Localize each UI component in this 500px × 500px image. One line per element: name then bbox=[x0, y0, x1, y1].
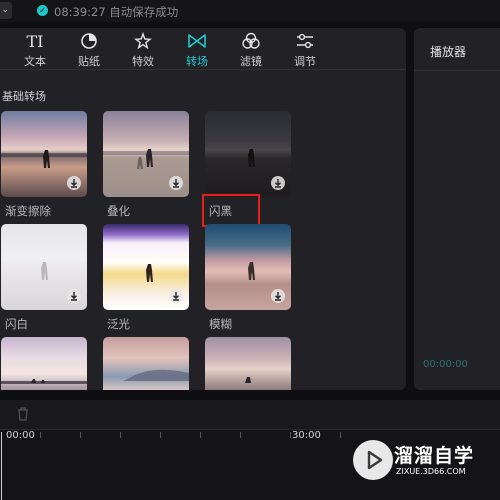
category-tabs: TI 文本 贴纸 特效 转场 滤镜 调节 bbox=[0, 28, 406, 70]
tab-text[interactable]: TI 文本 bbox=[12, 32, 58, 70]
thumb-silhouette bbox=[1, 379, 87, 384]
effects-icon bbox=[120, 31, 166, 52]
transition-thumb-bloom[interactable] bbox=[103, 224, 189, 310]
transition-thumb-flash-white[interactable] bbox=[1, 224, 87, 310]
transition-thumb-flash-black[interactable] bbox=[205, 111, 291, 197]
ruler-tick bbox=[290, 432, 291, 438]
tab-sticker[interactable]: 贴纸 bbox=[66, 32, 112, 70]
transition-thumb[interactable] bbox=[1, 337, 87, 390]
transition-thumb-dissolve[interactable] bbox=[103, 111, 189, 197]
ruler-tick bbox=[40, 432, 41, 438]
section-title: 基础转场 bbox=[2, 90, 46, 103]
tab-adjust[interactable]: 调节 bbox=[282, 32, 328, 70]
ruler-tick bbox=[200, 432, 201, 438]
ruler-label: 00:00 bbox=[6, 430, 35, 441]
download-icon[interactable] bbox=[271, 176, 285, 190]
tab-label: 文本 bbox=[24, 55, 46, 68]
transition-thumb-gradient-wipe[interactable] bbox=[1, 111, 87, 197]
transition-label: 闪白 bbox=[5, 317, 28, 331]
transition-label: 泛光 bbox=[107, 317, 130, 331]
transition-icon bbox=[174, 32, 220, 52]
tab-filter[interactable]: 滤镜 bbox=[228, 32, 274, 70]
player-timecode: 00:00:00 bbox=[423, 359, 468, 370]
filter-icon bbox=[228, 32, 274, 52]
watermark-url: ZIXUE.3D66.COM bbox=[396, 467, 466, 476]
watermark-logo-icon bbox=[353, 440, 393, 480]
top-status-bar: ⌄ ✓ 08:39:27 自动保存成功 bbox=[0, 0, 500, 22]
tab-label: 特效 bbox=[132, 55, 154, 68]
ruler-tick bbox=[160, 432, 161, 438]
ruler-tick bbox=[80, 432, 81, 438]
sticker-icon bbox=[66, 32, 112, 52]
download-icon[interactable] bbox=[169, 176, 183, 190]
adjust-icon bbox=[282, 32, 328, 52]
download-icon[interactable] bbox=[271, 289, 285, 303]
tab-label: 调节 bbox=[294, 55, 316, 68]
autosave-status: 08:39:27 自动保存成功 bbox=[54, 5, 179, 19]
download-icon[interactable] bbox=[169, 289, 183, 303]
text-icon: TI bbox=[26, 32, 44, 51]
timeline-toolbar bbox=[0, 400, 500, 430]
transition-thumb-blur[interactable] bbox=[205, 224, 291, 310]
watermark-name: 溜溜自学 bbox=[394, 445, 475, 467]
player-divider bbox=[414, 70, 500, 71]
tab-label: 滤镜 bbox=[240, 55, 262, 68]
transition-label: 叠化 bbox=[107, 204, 130, 218]
tab-effects[interactable]: 特效 bbox=[120, 31, 166, 70]
transition-thumb[interactable] bbox=[103, 337, 189, 390]
watermark: 溜溜自学 ZIXUE.3D66.COM bbox=[350, 432, 500, 487]
player-panel: 播放器 00:00:00 bbox=[414, 28, 500, 390]
ruler-tick bbox=[340, 432, 341, 438]
tab-transition[interactable]: 转场 bbox=[174, 32, 220, 70]
tab-label: 转场 bbox=[186, 55, 208, 68]
transition-label: 模糊 bbox=[209, 317, 232, 331]
trash-icon[interactable] bbox=[16, 406, 30, 425]
menu-dropdown-icon[interactable]: ⌄ bbox=[0, 2, 12, 19]
ruler-tick bbox=[240, 432, 241, 438]
download-icon[interactable] bbox=[67, 289, 81, 303]
transition-thumb[interactable] bbox=[205, 337, 291, 390]
ruler-label: 30:00 bbox=[292, 430, 321, 441]
tab-label: 贴纸 bbox=[78, 55, 100, 68]
player-title: 播放器 bbox=[430, 45, 467, 59]
download-icon[interactable] bbox=[67, 176, 81, 190]
transition-label: 渐变擦除 bbox=[5, 204, 51, 218]
thumb-silhouette bbox=[245, 377, 251, 383]
save-ok-icon: ✓ bbox=[37, 5, 48, 16]
thumb-silhouette bbox=[123, 369, 189, 381]
playhead-cursor[interactable] bbox=[1, 432, 2, 500]
highlight-box bbox=[202, 194, 260, 227]
ruler-tick bbox=[120, 432, 121, 438]
